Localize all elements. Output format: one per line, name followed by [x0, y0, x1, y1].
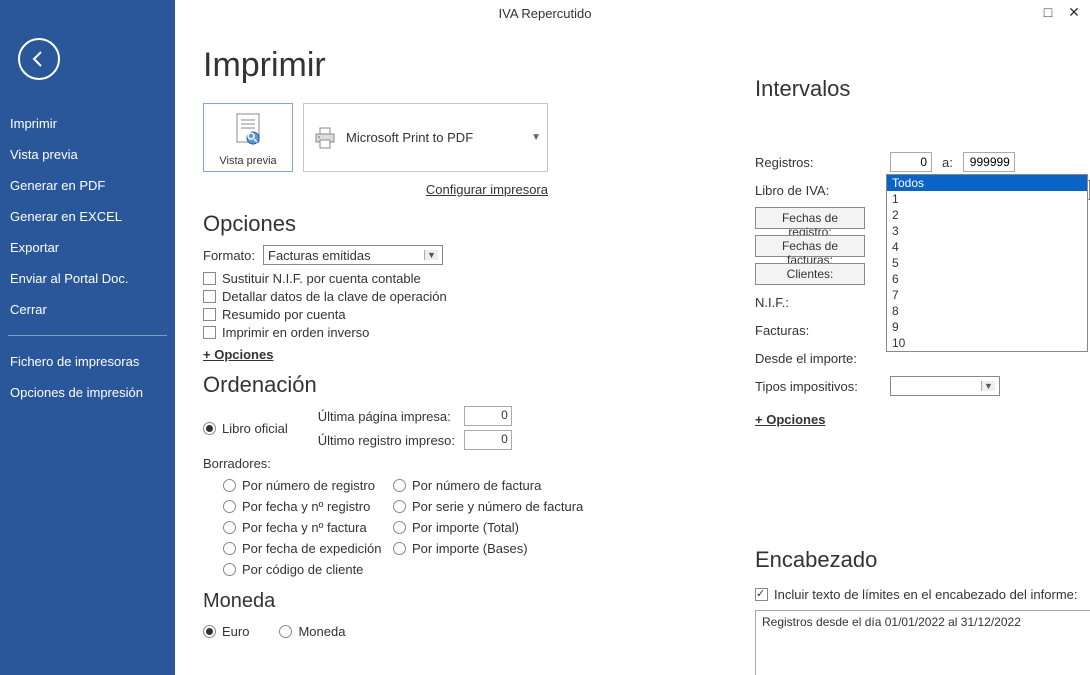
back-button[interactable] — [18, 38, 60, 80]
chk-resumido-label: Resumido por cuenta — [222, 307, 346, 322]
preview-button[interactable]: Vista previa — [203, 103, 293, 172]
sidebar-item-vista-previa[interactable]: Vista previa — [0, 139, 175, 170]
libro-iva-dropdown[interactable]: Todos 1 2 3 4 5 6 7 8 9 10 — [886, 174, 1088, 352]
preview-icon — [231, 112, 265, 152]
dd-option-2[interactable]: 2 — [887, 207, 1087, 223]
chk-detallar[interactable] — [203, 290, 216, 303]
chk-resumido[interactable] — [203, 308, 216, 321]
ult-registro-input[interactable]: 0 — [464, 430, 512, 450]
chk-detallar-label: Detallar datos de la clave de operación — [222, 289, 447, 304]
chk-sustituir[interactable] — [203, 272, 216, 285]
ult-registro-label: Último registro impreso: — [318, 433, 458, 448]
ult-pagina-label: Última página impresa: — [318, 409, 458, 424]
chevron-down-icon: ▼ — [424, 250, 438, 260]
chk-sustituir-label: Sustituir N.I.F. por cuenta contable — [222, 271, 421, 286]
intervalos-more-link[interactable]: + Opciones — [755, 412, 825, 427]
rdo-borr-fecha-registro-label: Por fecha y nº registro — [242, 499, 370, 514]
chk-incluir-texto-label: Incluir texto de límites en el encabezad… — [774, 587, 1078, 602]
dd-option-1[interactable]: 1 — [887, 191, 1087, 207]
ult-pagina-input[interactable]: 0 — [464, 406, 512, 426]
sidebar-item-exportar[interactable]: Exportar — [0, 232, 175, 263]
rdo-borr-fecha-expedicion[interactable] — [223, 542, 236, 555]
encabezado-textarea[interactable]: Registros desde el día 01/01/2022 al 31/… — [755, 610, 1090, 675]
tipos-select[interactable]: ▼ — [890, 376, 1000, 396]
dd-option-todos[interactable]: Todos — [887, 175, 1087, 191]
rdo-borr-codigo-cliente-label: Por código de cliente — [242, 562, 363, 577]
rdo-borr-fecha-registro[interactable] — [223, 500, 236, 513]
rdo-libro-oficial-label: Libro oficial — [222, 421, 288, 436]
dd-option-3[interactable]: 3 — [887, 223, 1087, 239]
dd-option-9[interactable]: 9 — [887, 319, 1087, 335]
rdo-euro-label: Euro — [222, 624, 249, 639]
registros-from-input[interactable] — [890, 152, 932, 172]
rdo-borr-num-registro[interactable] — [223, 479, 236, 492]
sidebar-item-generar-pdf[interactable]: Generar en PDF — [0, 170, 175, 201]
rdo-libro-oficial[interactable] — [203, 422, 216, 435]
chk-orden-inverso[interactable] — [203, 326, 216, 339]
a-label: a: — [942, 155, 953, 170]
dd-option-7[interactable]: 7 — [887, 287, 1087, 303]
registros-label: Registros: — [755, 155, 890, 170]
sidebar-item-fichero-impresoras[interactable]: Fichero de impresoras — [0, 346, 175, 377]
sidebar-item-imprimir[interactable]: Imprimir — [0, 108, 175, 139]
rdo-borr-importe-total[interactable] — [393, 521, 406, 534]
rdo-borr-importe-bases-label: Por importe (Bases) — [412, 541, 528, 556]
sidebar-item-enviar-portal[interactable]: Enviar al Portal Doc. — [0, 263, 175, 294]
rdo-borr-num-factura-label: Por número de factura — [412, 478, 541, 493]
formato-select[interactable]: Facturas emitidas ▼ — [263, 245, 443, 265]
nif-label: N.I.F.: — [755, 295, 890, 310]
window-title: IVA Repercutido — [499, 6, 592, 21]
maximize-icon[interactable]: □ — [1038, 2, 1058, 22]
tipos-label: Tipos impositivos: — [755, 379, 890, 394]
dd-option-5[interactable]: 5 — [887, 255, 1087, 271]
rdo-euro[interactable] — [203, 625, 216, 638]
printer-select[interactable]: Microsoft Print to PDF ▼ — [303, 103, 548, 172]
sidebar-item-opciones-impresion[interactable]: Opciones de impresión — [0, 377, 175, 408]
rdo-borr-importe-bases[interactable] — [393, 542, 406, 555]
rdo-borr-serie-factura-label: Por serie y número de factura — [412, 499, 583, 514]
registros-to-input[interactable] — [963, 152, 1015, 172]
opciones-more-link[interactable]: + Opciones — [203, 347, 273, 362]
sidebar-divider — [8, 335, 167, 336]
rdo-borr-num-factura[interactable] — [393, 479, 406, 492]
dd-option-10[interactable]: 10 — [887, 335, 1087, 351]
encabezado-heading: Encabezado — [755, 547, 1090, 573]
btn-fechas-facturas[interactable]: Fechas de facturas: — [755, 235, 865, 257]
rdo-moneda[interactable] — [279, 625, 292, 638]
btn-clientes[interactable]: Clientes: — [755, 263, 865, 285]
preview-label: Vista previa — [214, 155, 282, 167]
close-icon[interactable]: ✕ — [1064, 2, 1084, 22]
formato-value: Facturas emitidas — [268, 248, 371, 263]
printer-name: Microsoft Print to PDF — [346, 130, 473, 145]
rdo-borr-fecha-factura[interactable] — [223, 521, 236, 534]
formato-label: Formato: — [203, 248, 255, 263]
btn-fechas-registro[interactable]: Fechas de registro: — [755, 207, 865, 229]
dd-option-6[interactable]: 6 — [887, 271, 1087, 287]
dd-option-4[interactable]: 4 — [887, 239, 1087, 255]
sidebar-item-cerrar[interactable]: Cerrar — [0, 294, 175, 325]
dd-option-8[interactable]: 8 — [887, 303, 1087, 319]
rdo-borr-fecha-expedicion-label: Por fecha de expedición — [242, 541, 381, 556]
facturas-label: Facturas: — [755, 323, 890, 338]
chevron-down-icon: ▼ — [981, 381, 995, 391]
rdo-borr-importe-total-label: Por importe (Total) — [412, 520, 519, 535]
chevron-down-icon: ▼ — [531, 132, 541, 143]
rdo-moneda-label: Moneda — [298, 624, 345, 639]
rdo-borr-num-registro-label: Por número de registro — [242, 478, 375, 493]
printer-icon — [312, 126, 338, 150]
chk-incluir-texto[interactable] — [755, 588, 768, 601]
sidebar-item-generar-excel[interactable]: Generar en EXCEL — [0, 201, 175, 232]
intervalos-heading: Intervalos — [755, 76, 1090, 102]
importe-label: Desde el importe: — [755, 351, 890, 366]
config-printer-link[interactable]: Configurar impresora — [203, 182, 548, 197]
libro-iva-label: Libro de IVA: — [755, 183, 890, 198]
rdo-borr-fecha-factura-label: Por fecha y nº factura — [242, 520, 367, 535]
rdo-borr-codigo-cliente[interactable] — [223, 563, 236, 576]
chk-orden-inverso-label: Imprimir en orden inverso — [222, 325, 369, 340]
rdo-borr-serie-factura[interactable] — [393, 500, 406, 513]
